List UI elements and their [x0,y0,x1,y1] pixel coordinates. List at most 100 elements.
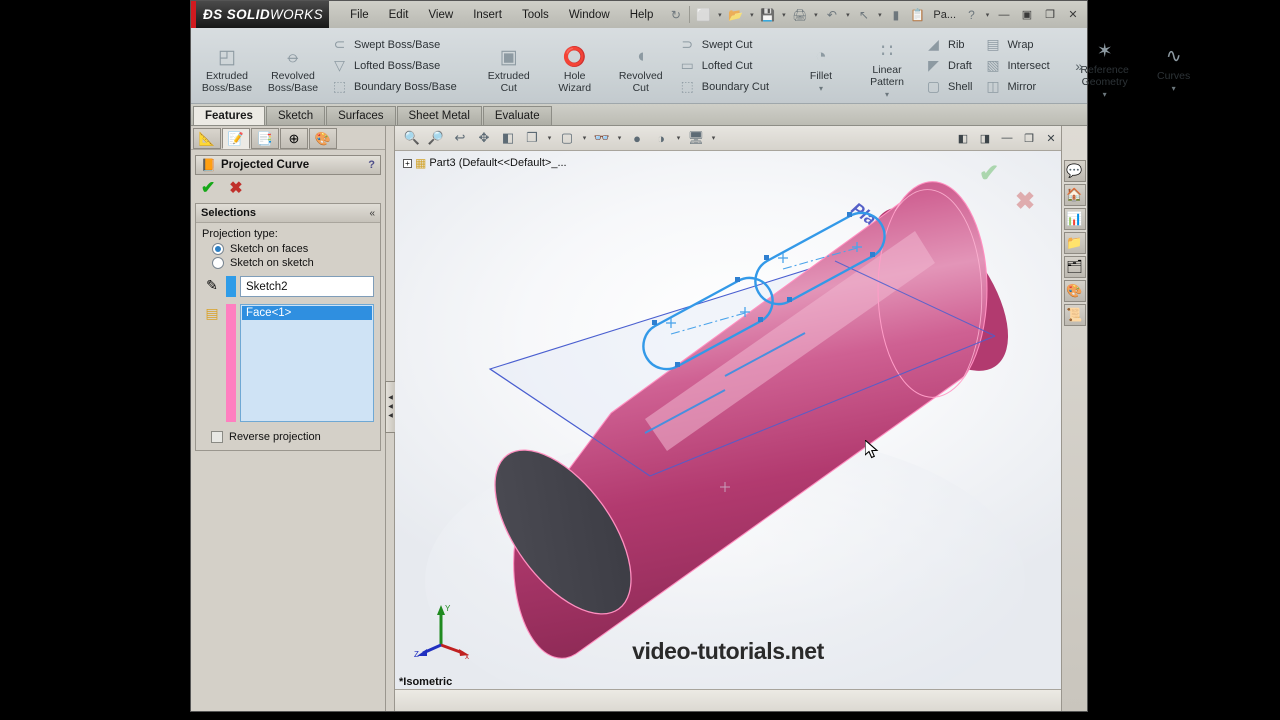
chevron-down-icon[interactable]: ▾ [1172,84,1176,94]
radio-sketch-on-faces[interactable]: Sketch on faces [212,243,374,255]
help-icon[interactable]: ? [961,5,982,25]
draft-button[interactable]: ◤ Draft [922,56,977,75]
doc-restore-button[interactable]: ❐ [1019,129,1039,148]
section-view-icon[interactable]: ◧ [497,128,519,148]
view-settings-icon[interactable]: ◑ [650,128,672,148]
selections-group-header[interactable]: Selections « [196,204,380,223]
tab-surfaces[interactable]: Surfaces [326,106,396,125]
solidworks-resources-icon[interactable]: 💬 [1063,160,1086,182]
chevron-down-icon[interactable]: ▾ [1103,90,1107,100]
print-icon[interactable]: 🖨 [789,5,810,25]
swept-cut-button[interactable]: ⊃ Swept Cut [676,35,774,54]
fillet-button[interactable]: ◔ Fillet ▾ [788,37,854,95]
intersect-button[interactable]: ▧ Intersect [981,56,1054,75]
close-button[interactable]: ✕ [1062,5,1084,25]
model-geometry[interactable]: Plane1 [395,151,1061,689]
view-palette-icon[interactable]: 🗂 [1063,256,1086,278]
doc-close-button[interactable]: ✕ [1041,129,1061,148]
restore-down-button[interactable]: ▣ [1016,5,1038,25]
graphics-area[interactable]: 🔍 🔎 ↩ ✥ ◧ ❐ ▾ ▢ ▾ 👓 ▾ ● ◑ ▾ 🖥 ▾ ◧ ◨ — ❐ … [395,126,1061,711]
rebuild-icon[interactable]: ↻ [665,5,686,25]
chevron-down-icon[interactable]: ▾ [983,11,992,19]
display-pane-icon[interactable]: 🖥 [685,128,707,148]
chevron-down-icon[interactable]: ▾ [715,11,724,19]
boundary-boss-base-button[interactable]: ⬚ Boundary Boss/Base [328,77,462,96]
linear-pattern-button[interactable]: ∷ Linear Pattern ▾ [854,31,920,100]
wrap-button[interactable]: ▤ Wrap [981,35,1054,54]
curves-button[interactable]: ∿ Curves ▾ [1141,37,1207,95]
lofted-cut-button[interactable]: ▭ Lofted Cut [676,56,774,75]
confirm-ok-icon[interactable]: ✔ [979,159,999,188]
chevron-down-icon[interactable]: ▾ [811,11,820,19]
select-icon[interactable]: ↖ [853,5,874,25]
tab-evaluate[interactable]: Evaluate [482,106,552,125]
chevron-down-icon[interactable]: ▾ [615,134,624,142]
chevron-down-icon[interactable]: ▾ [885,90,889,100]
swept-boss-base-button[interactable]: ⊂ Swept Boss/Base [328,35,462,54]
hide-show-items-icon[interactable]: 👓 [591,128,613,148]
list-item[interactable]: Face<1> [242,306,372,320]
custom-properties-icon[interactable]: 📜 [1063,304,1086,326]
panel-splitter[interactable]: ◀ ◀ ◀ [385,126,396,711]
minimize-button[interactable]: — [993,5,1015,25]
tab-sheet-metal[interactable]: Sheet Metal [396,106,482,125]
search-folder-icon[interactable]: 📁 [1063,232,1086,254]
help-icon[interactable]: ? [368,159,375,171]
chevron-down-icon[interactable]: ▾ [875,11,884,19]
file-explorer-icon[interactable]: 📊 [1063,208,1086,230]
tab-features[interactable]: Features [193,106,265,125]
open-document-icon[interactable]: 📂 [725,5,746,25]
menu-insert[interactable]: Insert [464,6,511,24]
chevron-down-icon[interactable]: ▾ [779,11,788,19]
hole-wizard-button[interactable]: ⭕ Hole Wizard [542,37,608,94]
zoom-to-area-icon[interactable]: 🔎 [425,128,447,148]
appearances-scenes-icon[interactable]: 🎨 [1063,280,1086,302]
shell-button[interactable]: ▢ Shell [922,77,977,96]
rebuild-tool-icon[interactable]: ▮ [885,5,906,25]
menu-window[interactable]: Window [560,6,619,24]
rib-button[interactable]: ◢ Rib [922,35,977,54]
tab-sketch[interactable]: Sketch [265,106,326,125]
menu-help[interactable]: Help [621,6,663,24]
revolved-cut-button[interactable]: ◖ Revolved Cut [608,37,674,94]
chevron-down-icon[interactable]: ▾ [580,134,589,142]
doc-split-right-button[interactable]: ◨ [975,129,995,148]
doc-minimize-button[interactable]: — [997,129,1017,148]
radio-sketch-on-sketch[interactable]: Sketch on sketch [212,257,374,269]
options-icon[interactable]: 📋 [907,5,928,25]
menu-tools[interactable]: Tools [513,6,558,24]
previous-view-icon[interactable]: ↩ [449,128,471,148]
extruded-boss-base-button[interactable]: ◰ Extruded Boss/Base [194,37,260,94]
confirm-cancel-icon[interactable]: ✖ [1015,187,1035,216]
revolved-boss-base-button[interactable]: ⦵ Revolved Boss/Base [260,37,326,94]
new-document-icon[interactable]: ⬜ [693,5,714,25]
ribbon-overflow-icon[interactable]: » [1075,58,1083,74]
ok-button[interactable]: ✔ [201,178,215,198]
menu-file[interactable]: File [341,6,378,24]
dimxpert-manager-tab[interactable]: ⊕ [280,128,308,149]
view-orientation-icon[interactable]: ❐ [521,128,543,148]
menu-edit[interactable]: Edit [380,6,418,24]
cancel-button[interactable]: ✖ [229,178,242,198]
extruded-cut-button[interactable]: ▣ Extruded Cut [476,37,542,94]
undo-icon[interactable]: ↶ [821,5,842,25]
pan-icon[interactable]: ✥ [473,128,495,148]
model-viewport[interactable]: + ▦ Part3 (Default<<Default>_... ✔ ✖ Y x… [395,151,1061,689]
feature-manager-tab[interactable]: 📐 [193,128,221,149]
chevron-down-icon[interactable]: ▾ [747,11,756,19]
doc-split-left-button[interactable]: ◧ [953,129,973,148]
chevron-down-icon[interactable]: ▾ [843,11,852,19]
lofted-boss-base-button[interactable]: ▽ Lofted Boss/Base [328,56,462,75]
display-style-icon[interactable]: ▢ [556,128,578,148]
chevron-down-icon[interactable]: ▾ [674,134,683,142]
mirror-button[interactable]: ◫ Mirror [981,77,1054,96]
configuration-manager-tab[interactable]: 📑 [251,128,279,149]
zoom-to-fit-icon[interactable]: 🔍 [401,128,423,148]
apply-scene-icon[interactable]: ● [626,128,648,148]
reverse-projection-checkbox[interactable]: Reverse projection [211,431,374,443]
save-icon[interactable]: 💾 [757,5,778,25]
menu-view[interactable]: View [419,6,462,24]
maximize-button[interactable]: ❐ [1039,5,1061,25]
chevron-down-icon[interactable]: ▾ [545,134,554,142]
boundary-cut-button[interactable]: ⬚ Boundary Cut [676,77,774,96]
